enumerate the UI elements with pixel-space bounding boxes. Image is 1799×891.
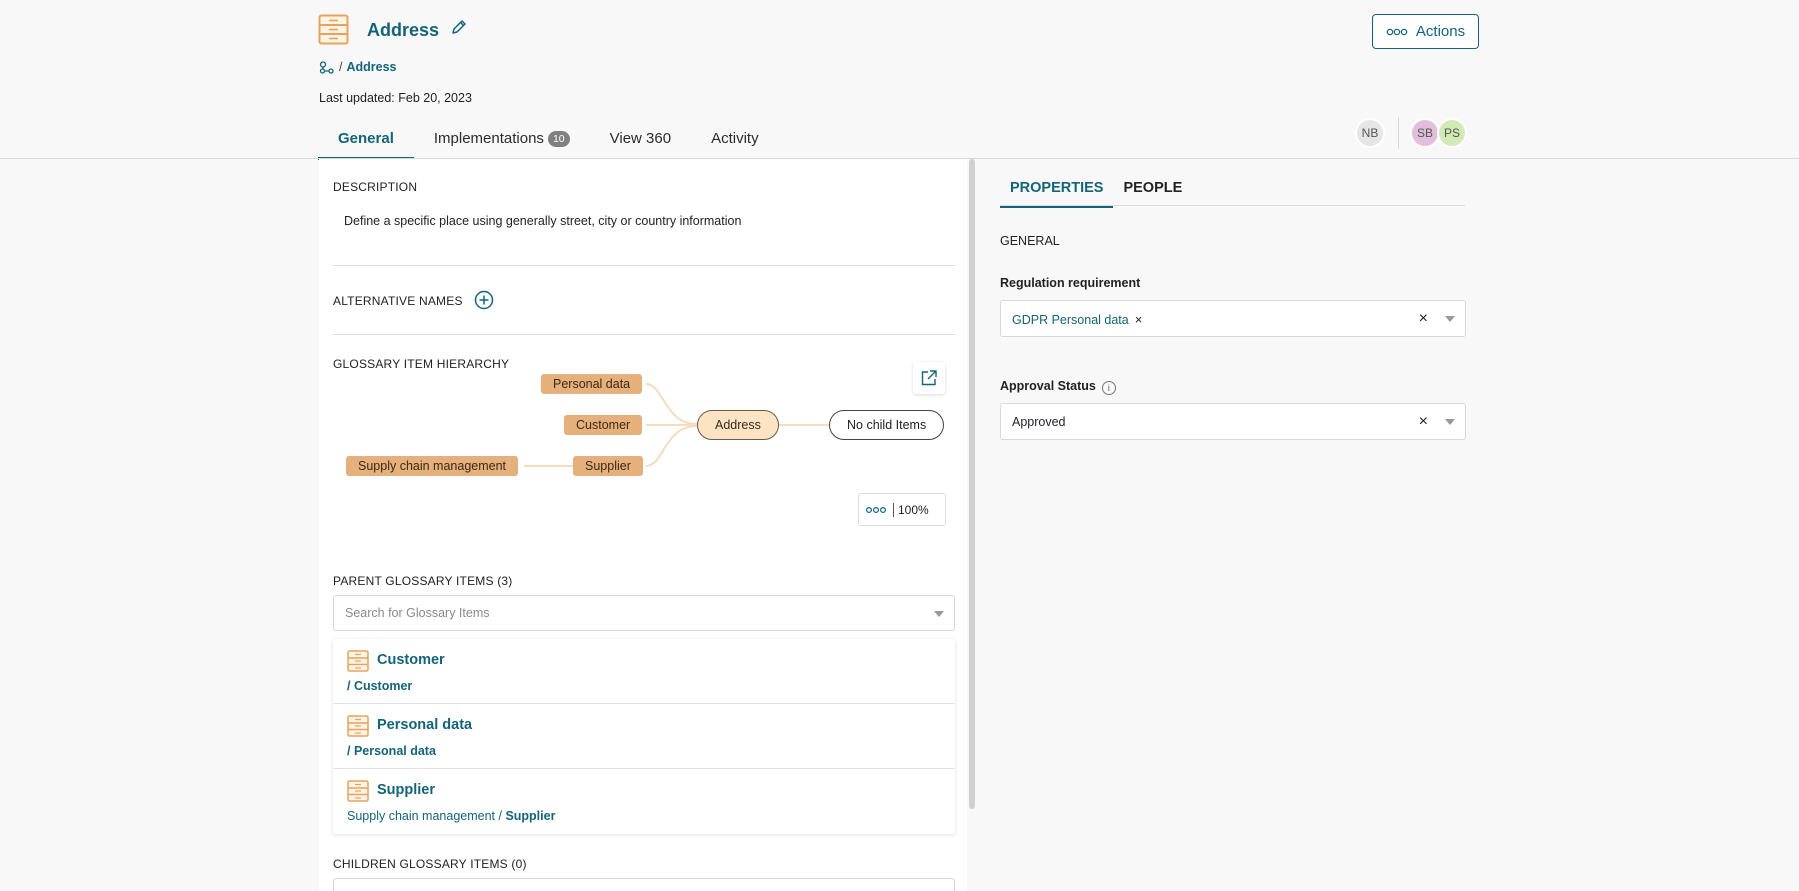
glossary-item-icon — [347, 650, 369, 672]
more-dots-icon[interactable] — [865, 506, 887, 514]
item-path: / Personal data — [347, 744, 436, 758]
tab-properties[interactable]: PROPERTIES — [1000, 176, 1114, 208]
main-tabs: General Implementations 10 View 360 Activ… — [318, 118, 779, 160]
breadcrumb-current[interactable]: Address — [346, 60, 396, 74]
glossary-root-icon[interactable] — [319, 60, 335, 74]
edit-pencil-icon[interactable] — [449, 17, 469, 37]
hierarchy-label: GLOSSARY ITEM HIERARCHY — [333, 357, 510, 371]
zoom-control[interactable]: 100% — [858, 493, 946, 526]
avatar-sb[interactable]: SB — [1410, 118, 1440, 148]
breadcrumb: / Address — [319, 60, 397, 74]
implementations-count-badge: 10 — [547, 131, 570, 147]
general-panel: DESCRIPTION Define a specific place usin… — [319, 159, 967, 891]
description-label: DESCRIPTION — [333, 180, 418, 194]
export-graph-button[interactable] — [913, 362, 945, 394]
actions-button[interactable]: Actions — [1372, 14, 1479, 49]
hierarchy-node-personal-data[interactable]: Personal data — [541, 374, 643, 394]
description-text[interactable]: Define a specific place using generally … — [344, 214, 741, 228]
approval-status-label: Approval Status i — [1000, 379, 1116, 395]
chevron-down-icon — [934, 611, 944, 617]
glossary-item-icon — [318, 14, 349, 45]
clear-icon[interactable]: × — [1419, 413, 1428, 431]
hierarchy-node-customer[interactable]: Customer — [564, 415, 643, 435]
parent-items-list: Customer / Customer Personal data / Pers… — [333, 639, 955, 834]
divider — [333, 334, 955, 335]
list-item[interactable]: Personal data / Personal data — [333, 704, 955, 769]
hierarchy-graph[interactable]: Personal data Customer Supply chain mana… — [319, 362, 967, 552]
regulation-tag: GDPR Personal data × — [1012, 312, 1143, 327]
item-name[interactable]: Personal data — [377, 717, 472, 733]
page-title: Address — [367, 20, 440, 40]
hierarchy-node-address[interactable]: Address — [697, 410, 779, 440]
item-name[interactable]: Supplier — [377, 782, 435, 798]
zoom-level: 100% — [893, 502, 929, 517]
parent-items-search-input[interactable]: Search for Glossary Items — [333, 595, 955, 631]
alternative-names-label: ALTERNATIVE NAMES — [333, 294, 463, 308]
export-icon — [921, 370, 937, 386]
item-name[interactable]: Customer — [377, 652, 445, 668]
tab-view-360[interactable]: View 360 — [590, 118, 691, 160]
children-items-search-input[interactable] — [333, 878, 955, 891]
clear-icon[interactable]: × — [1419, 310, 1428, 328]
children-items-label: CHILDREN GLOSSARY ITEMS (0) — [333, 857, 527, 871]
panel-scrollbar[interactable] — [969, 159, 975, 809]
more-dots-icon — [1386, 28, 1408, 35]
tab-activity[interactable]: Activity — [691, 118, 779, 160]
tab-general[interactable]: General — [318, 118, 414, 160]
info-icon[interactable]: i — [1101, 381, 1116, 395]
remove-tag-icon[interactable]: × — [1135, 312, 1143, 327]
chevron-down-icon[interactable] — [1445, 419, 1455, 425]
chevron-down-icon[interactable] — [1445, 316, 1455, 322]
hierarchy-node-supplier[interactable]: Supplier — [573, 456, 643, 476]
list-item[interactable]: Supplier Supply chain management / Suppl… — [333, 769, 955, 834]
avatar-nb[interactable]: NB — [1355, 118, 1385, 148]
right-tabs-divider — [1000, 205, 1465, 206]
add-alternative-name-icon[interactable] — [474, 290, 494, 310]
tab-implementations[interactable]: Implementations 10 — [414, 118, 590, 160]
tab-people[interactable]: PEOPLE — [1113, 176, 1192, 208]
hierarchy-node-no-child: No child Items — [829, 410, 945, 440]
general-section-label: GENERAL — [1000, 234, 1060, 248]
parent-items-label: PARENT GLOSSARY ITEMS (3) — [333, 574, 513, 588]
glossary-item-icon — [347, 780, 369, 802]
actions-button-label: Actions — [1415, 23, 1466, 40]
item-path: / Customer — [347, 679, 413, 693]
divider — [333, 265, 955, 266]
glossary-item-icon — [347, 715, 369, 737]
item-path: Supply chain management / Supplier — [347, 809, 556, 823]
hierarchy-node-supply-chain-management[interactable]: Supply chain management — [346, 456, 519, 476]
avatar-ps[interactable]: PS — [1437, 118, 1467, 148]
last-updated-text: Last updated: Feb 20, 2023 — [319, 91, 472, 105]
avatar-divider — [1398, 117, 1399, 149]
approval-status-select[interactable]: Approved × — [1000, 403, 1466, 440]
regulation-requirement-label: Regulation requirement — [1000, 276, 1141, 290]
list-item[interactable]: Customer / Customer — [333, 639, 955, 704]
regulation-requirement-select[interactable]: GDPR Personal data × × — [1000, 300, 1466, 337]
right-panel-tabs: PROPERTIES PEOPLE — [1000, 176, 1192, 208]
